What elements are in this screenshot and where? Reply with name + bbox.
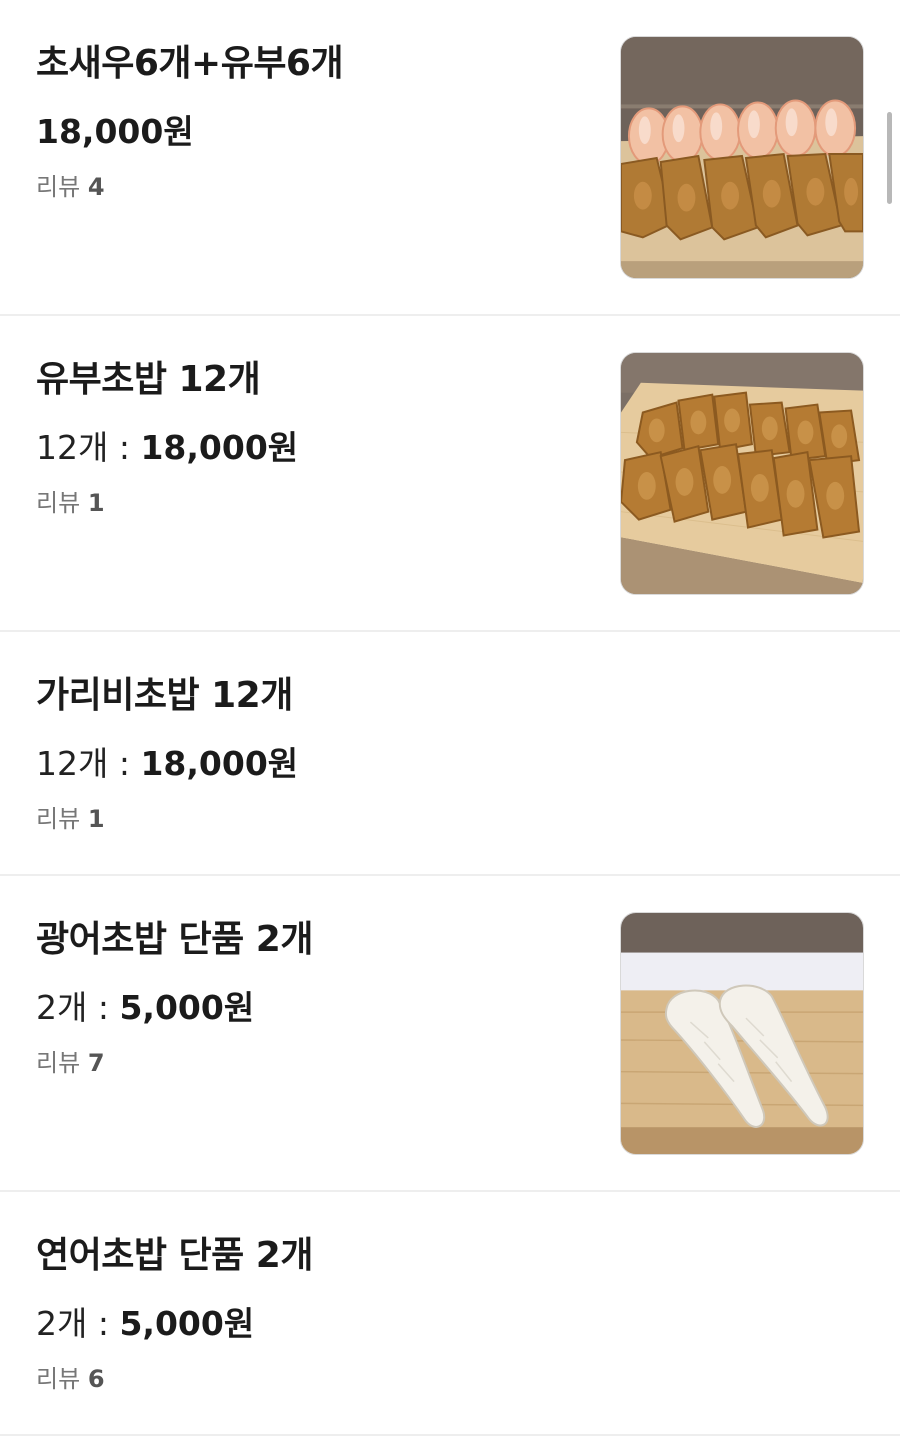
- menu-item-amount: 18,000원: [36, 112, 194, 151]
- scrollbar[interactable]: [887, 112, 892, 204]
- review-label: 리뷰: [36, 805, 81, 833]
- menu-item-photo[interactable]: [620, 912, 864, 1155]
- menu-item-review: 리뷰 6: [36, 1362, 105, 1396]
- menu-item[interactable]: 연어초밥 단품 2개 2개 : 5,000원 리뷰 6: [0, 1192, 900, 1436]
- menu-item-price: 18,000원: [36, 110, 194, 154]
- review-label: 리뷰: [36, 1365, 81, 1393]
- menu-list: 초새우6개+유부6개 18,000원 리뷰 4 유부초밥 12개 12개: 1…: [0, 0, 900, 1436]
- menu-item[interactable]: 유부초밥 12개 12개 : 18,000원 리뷰 1: [0, 316, 900, 632]
- menu-item-photo[interactable]: [620, 352, 864, 595]
- review-count: 1: [87, 489, 105, 517]
- menu-item-qty: 2개 :: [36, 1304, 120, 1343]
- menu-item-amount: 5,000원: [119, 1304, 255, 1343]
- menu-item-amount: 5,000원: [119, 988, 255, 1027]
- menu-item-qty: 12개 :: [36, 428, 141, 467]
- menu-item-amount: 18,000원: [140, 744, 299, 783]
- shrimp-inari-photo: [621, 37, 863, 278]
- review-count: 6: [87, 1365, 105, 1393]
- menu-item[interactable]: 초새우6개+유부6개 18,000원 리뷰 4: [0, 0, 900, 316]
- menu-item-review: 리뷰 4: [36, 170, 105, 204]
- menu-item-name: 광어초밥 단품 2개: [36, 919, 313, 960]
- review-label: 리뷰: [36, 173, 81, 201]
- menu-item-name: 유부초밥 12개: [36, 359, 261, 400]
- review-count: 1: [87, 805, 105, 833]
- menu-item-name: 연어초밥 단품 2개: [36, 1235, 313, 1276]
- menu-item-name: 가리비초밥 12개: [36, 675, 293, 716]
- menu-item[interactable]: 가리비초밥 12개 12개 : 18,000원 리뷰 1: [0, 632, 900, 876]
- menu-item-price: 12개 : 18,000원: [36, 742, 298, 786]
- review-label: 리뷰: [36, 1049, 81, 1077]
- review-label: 리뷰: [36, 489, 81, 517]
- menu-item-qty: 12개 :: [36, 744, 141, 783]
- menu-item-qty: 2개 :: [36, 988, 120, 1027]
- menu-item-amount: 18,000원: [140, 428, 299, 467]
- inari-photo: [621, 353, 863, 594]
- menu-item-review: 리뷰 1: [36, 802, 105, 836]
- menu-item-price: 2개 : 5,000원: [36, 1302, 254, 1346]
- flatfish-photo: [621, 913, 863, 1154]
- menu-item-review: 리뷰 1: [36, 486, 105, 520]
- menu-item-price: 2개 : 5,000원: [36, 986, 254, 1030]
- menu-item[interactable]: 광어초밥 단품 2개 2개 : 5,000원 리뷰 7: [0, 876, 900, 1192]
- menu-item-review: 리뷰 7: [36, 1046, 105, 1080]
- menu-item-name: 초새우6개+유부6개: [36, 43, 344, 84]
- review-count: 7: [87, 1049, 105, 1077]
- review-count: 4: [87, 173, 105, 201]
- menu-item-photo[interactable]: [620, 36, 864, 279]
- menu-item-price: 12개 : 18,000원: [36, 426, 298, 470]
